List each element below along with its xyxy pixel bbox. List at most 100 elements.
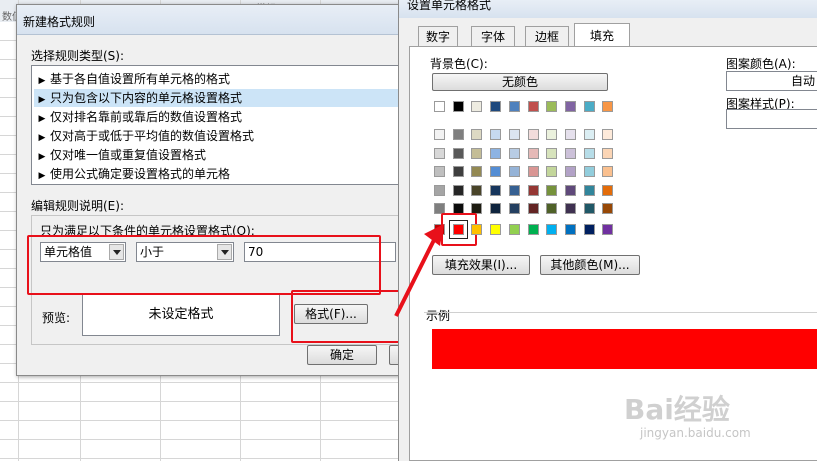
color-swatch[interactable] xyxy=(490,203,502,214)
color-swatch[interactable] xyxy=(452,166,464,177)
color-swatch[interactable] xyxy=(508,184,520,196)
color-swatch[interactable] xyxy=(490,184,502,196)
color-swatch[interactable] xyxy=(508,203,520,214)
color-swatch[interactable] xyxy=(583,147,595,159)
select-rule-type-label: 选择规则类型(S): xyxy=(31,49,125,63)
tab-font[interactable]: 字体 xyxy=(471,26,515,46)
color-swatch[interactable] xyxy=(471,147,483,159)
preview-label: 预览: xyxy=(42,311,71,325)
fill-tab-page: 背景色(C): 无颜色 填充效果(I)... 其他颜色(M)... 图案颜色(A… xyxy=(409,46,817,461)
color-swatch[interactable] xyxy=(508,129,520,140)
color-swatch[interactable] xyxy=(471,184,483,196)
sample-swatch xyxy=(432,329,817,369)
color-swatch[interactable] xyxy=(527,147,539,159)
color-swatch[interactable] xyxy=(564,184,576,196)
color-swatch[interactable] xyxy=(490,166,502,177)
rule-type-item[interactable]: ▶ 仅对排名靠前或靠后的数值设置格式 xyxy=(34,108,400,126)
color-swatch[interactable] xyxy=(490,224,502,235)
color-swatch[interactable] xyxy=(583,184,595,196)
rule-type-item[interactable]: ▶ 使用公式确定要设置格式的单元格 xyxy=(34,165,400,183)
sheet-gridline xyxy=(0,382,400,383)
color-swatch[interactable] xyxy=(602,224,614,235)
color-swatch[interactable] xyxy=(602,184,614,196)
color-swatch[interactable] xyxy=(546,224,558,235)
color-swatch[interactable] xyxy=(471,129,483,140)
color-swatch[interactable] xyxy=(564,203,576,214)
color-swatch[interactable] xyxy=(602,101,614,112)
color-swatch[interactable] xyxy=(434,129,445,140)
color-swatch[interactable] xyxy=(546,166,558,177)
color-swatch[interactable] xyxy=(508,147,520,159)
color-swatch[interactable] xyxy=(546,184,558,196)
color-swatch[interactable] xyxy=(527,166,539,177)
dialog-titlebar[interactable]: 新建格式规则 xyxy=(17,5,407,35)
rule-type-item[interactable]: ▶ 基于各自值设置所有单元格的格式 xyxy=(34,70,400,88)
color-swatch[interactable] xyxy=(471,166,483,177)
color-swatch[interactable] xyxy=(490,129,502,140)
color-swatch[interactable] xyxy=(434,147,445,159)
tab-fill[interactable]: 填充 xyxy=(574,23,630,47)
annotation-arrow-icon xyxy=(394,224,444,317)
color-swatch[interactable] xyxy=(527,184,539,196)
color-swatch[interactable] xyxy=(546,101,558,112)
rule-type-label: 仅对排名靠前或靠后的数值设置格式 xyxy=(50,110,243,124)
watermark-logo: Bai经验 xyxy=(624,393,730,426)
color-swatch[interactable] xyxy=(546,147,558,159)
ok-button[interactable]: 确定 xyxy=(307,345,377,365)
color-swatch[interactable] xyxy=(434,166,445,177)
color-swatch[interactable] xyxy=(452,184,464,196)
color-swatch[interactable] xyxy=(546,203,558,214)
color-swatch[interactable] xyxy=(602,203,614,214)
pattern-color-select[interactable]: 自动 xyxy=(726,71,817,91)
pattern-style-select[interactable] xyxy=(726,109,817,129)
dialog-title: 设置单元格格式 xyxy=(407,0,492,12)
rule-type-label: 使用公式确定要设置格式的单元格 xyxy=(50,167,231,181)
rule-type-item[interactable]: ▶ 仅对高于或低于平均值的数值设置格式 xyxy=(34,127,400,145)
triangle-right-icon: ▶ xyxy=(38,133,46,143)
rule-type-item-selected[interactable]: ▶ 只为包含以下内容的单元格设置格式 xyxy=(34,89,400,107)
color-swatch[interactable] xyxy=(527,129,539,140)
format-cells-dialog: 设置单元格格式 数字 字体 边框 填充 背景色(C): 无颜色 填充效果(I).… xyxy=(398,0,817,461)
color-swatch[interactable] xyxy=(471,101,483,112)
color-swatch[interactable] xyxy=(490,147,502,159)
color-swatch[interactable] xyxy=(564,147,576,159)
color-swatch[interactable] xyxy=(527,203,539,214)
color-swatch[interactable] xyxy=(527,224,539,235)
color-swatch[interactable] xyxy=(564,224,576,235)
color-swatch[interactable] xyxy=(546,129,558,140)
color-swatch[interactable] xyxy=(434,184,445,196)
triangle-right-icon: ▶ xyxy=(38,114,46,124)
color-swatch[interactable] xyxy=(508,166,520,177)
tab-border[interactable]: 边框 xyxy=(525,26,569,46)
color-swatch[interactable] xyxy=(583,129,595,140)
rule-type-item[interactable]: ▶ 仅对唯一值或重复值设置格式 xyxy=(34,146,400,164)
color-swatch[interactable] xyxy=(602,147,614,159)
triangle-right-icon: ▶ xyxy=(38,152,46,162)
color-swatch[interactable] xyxy=(564,129,576,140)
color-swatch[interactable] xyxy=(602,129,614,140)
tab-number[interactable]: 数字 xyxy=(418,26,458,46)
color-swatch[interactable] xyxy=(583,203,595,214)
pattern-color-value: 自动 xyxy=(790,74,815,88)
more-colors-button[interactable]: 其他颜色(M)... xyxy=(540,255,640,275)
color-swatch[interactable] xyxy=(583,101,595,112)
color-swatch[interactable] xyxy=(564,166,576,177)
color-swatch[interactable] xyxy=(527,101,539,112)
color-swatch[interactable] xyxy=(583,166,595,177)
rule-type-list[interactable]: ▶ 基于各自值设置所有单元格的格式 ▶ 只为包含以下内容的单元格设置格式 ▶ 仅对排名… xyxy=(31,65,403,185)
dialog-title: 新建格式规则 xyxy=(23,15,96,29)
highlight-box-condition xyxy=(27,235,381,295)
color-swatch[interactable] xyxy=(434,101,445,112)
color-swatch[interactable] xyxy=(564,101,576,112)
dialog-titlebar[interactable]: 设置单元格格式 xyxy=(399,0,817,18)
watermark-url: jingyan.baidu.com xyxy=(640,426,751,440)
color-swatch[interactable] xyxy=(471,224,483,235)
color-swatch[interactable] xyxy=(508,224,520,235)
color-swatch[interactable] xyxy=(452,101,464,112)
color-swatch[interactable] xyxy=(452,129,464,140)
color-swatch[interactable] xyxy=(490,101,502,112)
color-swatch[interactable] xyxy=(583,224,595,235)
color-swatch[interactable] xyxy=(508,101,520,112)
color-swatch[interactable] xyxy=(602,166,614,177)
color-swatch[interactable] xyxy=(452,147,464,159)
